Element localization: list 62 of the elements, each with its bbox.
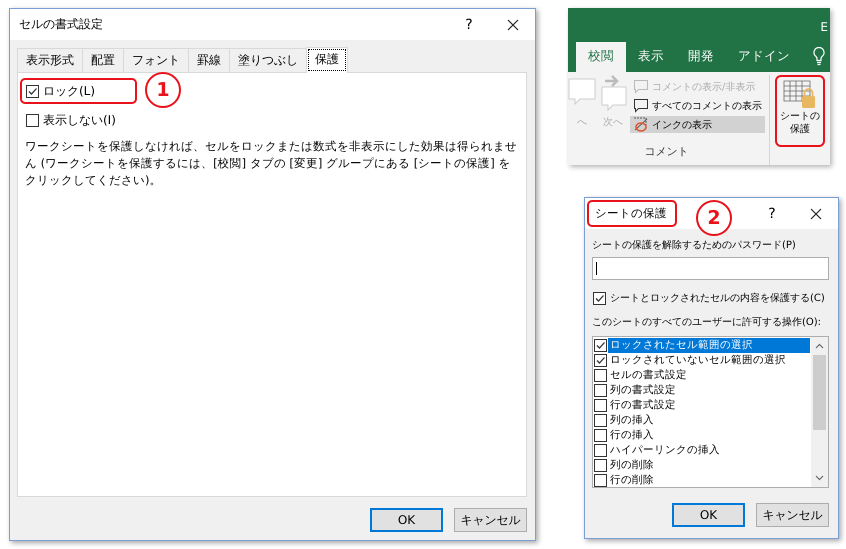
list-item[interactable]: ハイパーリンクの挿入 — [608, 443, 810, 458]
checkbox[interactable] — [594, 414, 607, 427]
list-item[interactable]: 行の挿入 — [608, 428, 810, 443]
scroll-up-icon — [815, 343, 824, 349]
lightbulb-icon — [812, 46, 826, 66]
checkbox[interactable] — [593, 292, 606, 304]
ribbon-tab[interactable]: 開発 — [676, 42, 726, 72]
list-item[interactable]: セルの書式設定 — [608, 368, 810, 383]
window-title: シートの保護 — [587, 200, 677, 227]
checkbox-label: シートとロックされたセルの内容を保護する(C) — [610, 292, 825, 305]
ribbon-command[interactable]: すべてのコメントの表示 — [630, 97, 765, 114]
checkbox[interactable] — [594, 384, 607, 397]
scrollbar-thumb[interactable] — [813, 355, 826, 430]
list-item[interactable]: 列の書式設定 — [608, 383, 810, 398]
tab[interactable]: 表示形式 — [17, 48, 83, 72]
password-field[interactable] — [592, 257, 829, 280]
window-title: セルの書式設定 — [19, 16, 103, 33]
callout-number: 2 — [696, 200, 732, 236]
checkbox-label: 表示しない(I) — [43, 112, 116, 128]
ok-button[interactable]: OK — [370, 508, 443, 532]
note-text: ワークシートを保護しなければ、セルをロックまたは数式を非表示にした効果は得られません (ワークシートを保護するには、[校閲] タブの [変更] グループにある [シートの保護] をクリックしてください)。 — [25, 138, 518, 189]
help-button[interactable]: ? — [750, 206, 794, 222]
cancel-button[interactable]: キャンセル — [756, 503, 829, 527]
checkbox[interactable] — [594, 429, 607, 442]
list-item[interactable]: 行の削除 — [608, 473, 810, 488]
checkbox[interactable] — [594, 339, 607, 352]
help-button[interactable]: ? — [447, 16, 491, 32]
list-item[interactable]: ロックされたセル範囲の選択 — [608, 338, 810, 353]
comment-icon — [633, 79, 649, 94]
group-label: コメント — [644, 144, 690, 160]
ribbon-tab[interactable]: アドイン — [726, 42, 802, 72]
list-item[interactable]: 列の削除 — [608, 458, 810, 473]
ink-icon — [633, 117, 649, 132]
checkbox[interactable] — [594, 474, 607, 487]
comment-icon — [599, 75, 627, 111]
ribbon-tab[interactable]: 校閲 — [576, 42, 626, 72]
ok-button[interactable]: OK — [672, 503, 745, 527]
protect-sheet-button[interactable]: シートの保護 — [775, 75, 825, 147]
tab[interactable]: 保護 — [306, 47, 348, 73]
checkbox[interactable] — [594, 444, 607, 457]
app-title: E — [820, 19, 828, 36]
close-icon — [507, 18, 519, 30]
list-item[interactable]: 列の挿入 — [608, 413, 810, 428]
comment-icon — [633, 98, 649, 113]
checkbox[interactable] — [594, 399, 607, 412]
field-label: シートの保護を解除するためのパスワード(P) — [592, 238, 797, 253]
locked-sheet-icon — [783, 80, 817, 110]
checkbox[interactable] — [594, 459, 607, 472]
checkbox-label: ロック(L) — [43, 82, 96, 100]
list-label: このシートのすべてのユーザーに許可する操作(O): — [592, 316, 822, 330]
checkbox[interactable] — [26, 114, 39, 126]
cancel-button[interactable]: キャンセル — [454, 508, 527, 532]
checkbox[interactable] — [26, 84, 39, 98]
close-icon — [810, 208, 822, 220]
list-item[interactable]: 行の書式設定 — [608, 398, 810, 413]
scroll-down-icon — [815, 475, 824, 481]
checkbox[interactable] — [594, 354, 607, 367]
ribbon-tab[interactable]: 表示 — [626, 42, 676, 72]
callout-number: 1 — [145, 72, 181, 108]
list-item[interactable]: ロックされていないセル範囲の選択 — [608, 353, 810, 368]
checkbox[interactable] — [594, 369, 607, 382]
ribbon-command[interactable]: インクの表示 — [630, 116, 765, 133]
